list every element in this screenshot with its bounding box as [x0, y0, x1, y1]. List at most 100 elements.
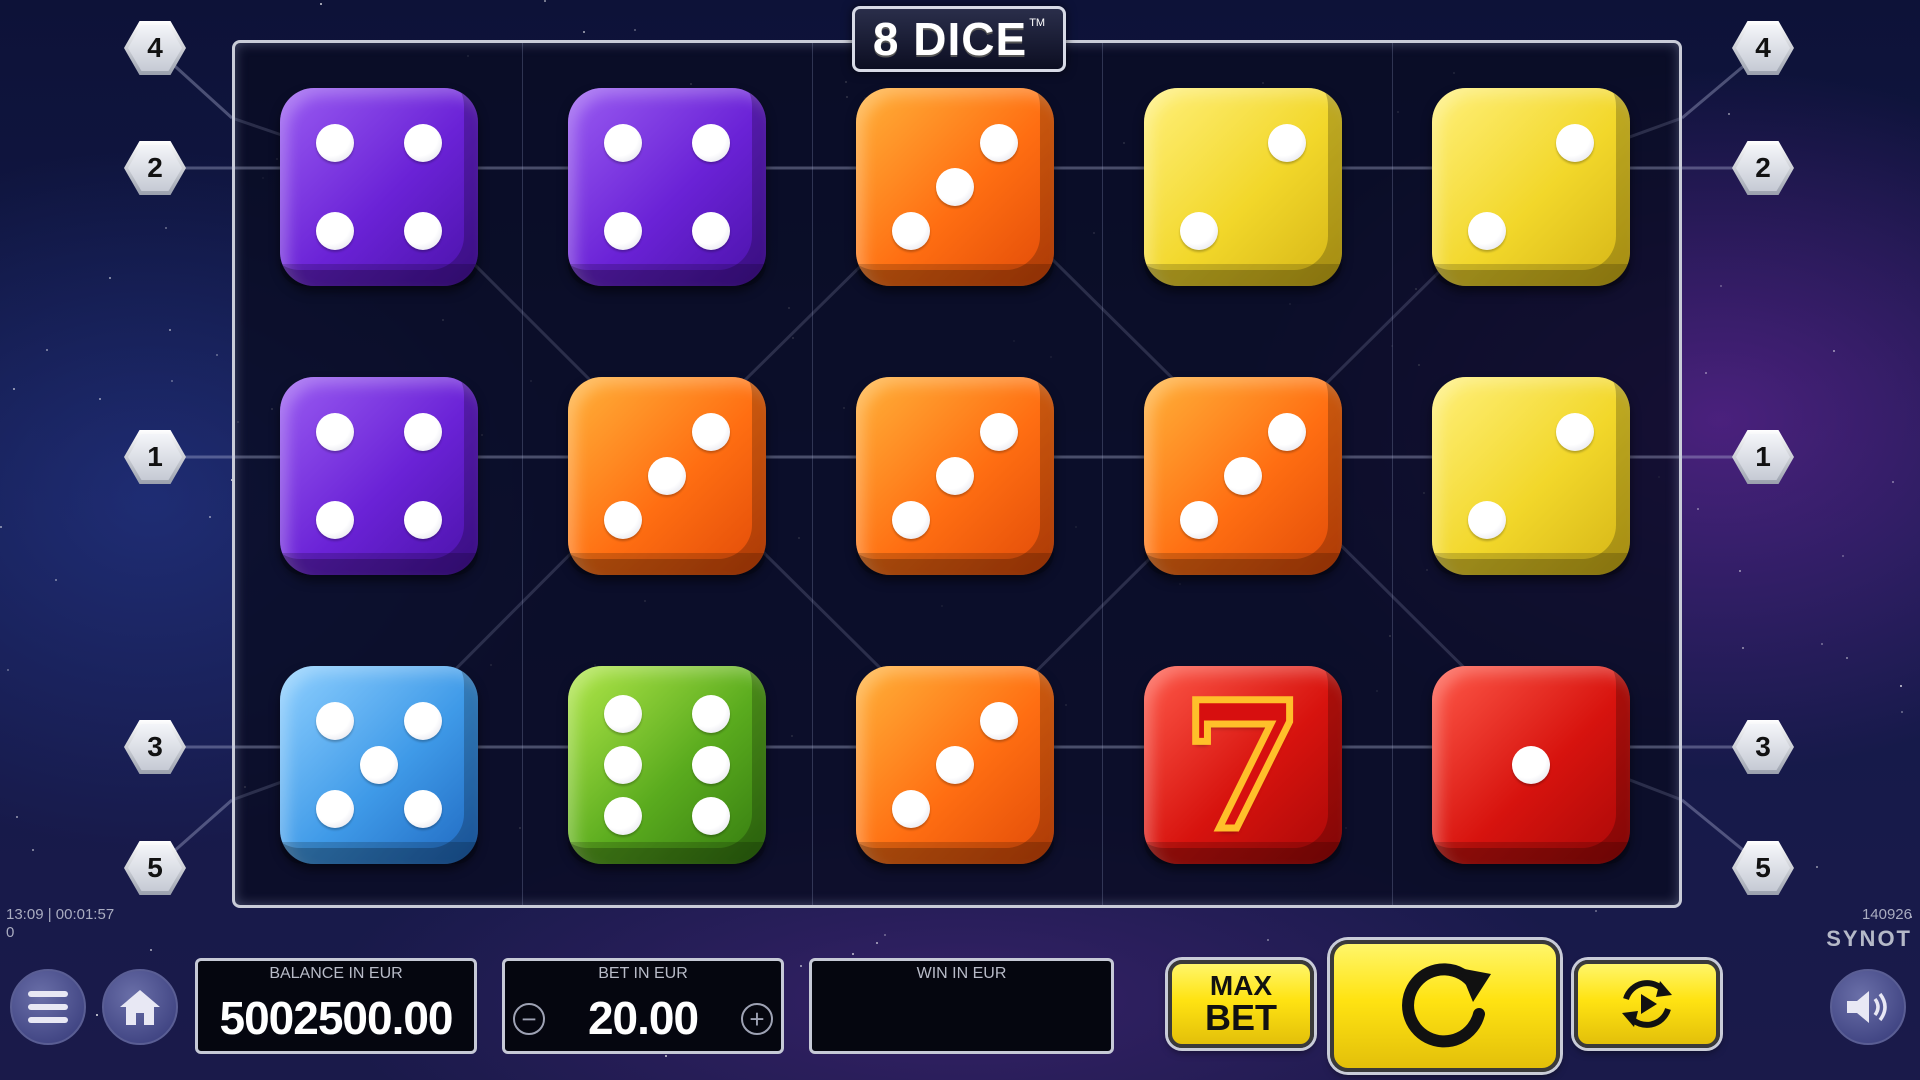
max-bet-button[interactable]: MAX BET — [1168, 960, 1314, 1048]
die-pip — [691, 797, 730, 836]
star — [150, 949, 152, 951]
die-pip — [1224, 457, 1262, 495]
die-pip — [1267, 124, 1306, 163]
die-pip — [1555, 124, 1594, 163]
reel-separator — [1392, 43, 1393, 905]
die-pip — [604, 694, 643, 733]
die-blue-5 — [280, 666, 478, 864]
max-bet-label-line1: MAX — [1209, 970, 1273, 1001]
star — [0, 526, 2, 528]
star — [876, 942, 878, 944]
trademark-mark: TM — [1029, 17, 1046, 29]
die-pip — [691, 413, 730, 452]
die-pip — [1267, 413, 1306, 452]
die-pip — [316, 789, 355, 828]
die-pip — [604, 500, 643, 539]
die-pip — [1468, 500, 1507, 539]
spin-button[interactable] — [1330, 940, 1560, 1072]
star — [1816, 866, 1818, 868]
star — [96, 1014, 98, 1016]
die-pip — [604, 797, 643, 836]
sound-button[interactable] — [1830, 969, 1906, 1045]
die-pip — [403, 789, 442, 828]
reel-separator — [522, 43, 523, 905]
home-button[interactable] — [102, 969, 178, 1045]
payline-badge-right-1: 1 — [1732, 430, 1794, 484]
die-orange-3 — [568, 377, 766, 575]
star — [320, 3, 322, 5]
star — [55, 579, 57, 581]
die-pip — [316, 124, 355, 163]
bet-decrease-button[interactable]: − — [513, 1003, 545, 1035]
die-pip — [691, 211, 730, 250]
star — [169, 329, 171, 331]
die-pip — [979, 702, 1018, 741]
die-pip — [403, 211, 442, 250]
star — [16, 816, 18, 818]
game-title: 8 DICE — [872, 13, 1028, 65]
star — [46, 349, 48, 351]
star — [1892, 481, 1894, 483]
die-yellow-2 — [1432, 377, 1630, 575]
die-purple-4 — [280, 88, 478, 286]
payline-badge-left-3: 3 — [124, 720, 186, 774]
die-yellow-2 — [1432, 88, 1630, 286]
star — [1267, 939, 1269, 941]
brand-logo: SYNOT — [1826, 926, 1912, 951]
die-pip — [691, 746, 730, 784]
star — [1900, 685, 1902, 687]
star — [583, 31, 585, 33]
payline-badge-left-4: 4 — [124, 21, 186, 75]
star — [216, 354, 218, 356]
star — [1821, 643, 1823, 645]
star — [852, 953, 854, 955]
die-pip — [892, 211, 931, 250]
die-orange-3 — [856, 88, 1054, 286]
payline-badge-right-4: 4 — [1732, 21, 1794, 75]
die-pip — [648, 457, 686, 495]
balance-label: BALANCE IN EUR — [269, 965, 403, 982]
die-pip — [316, 702, 355, 741]
die-red-1 — [1432, 666, 1630, 864]
balance-panel: BALANCE IN EUR 5002500.00 — [195, 958, 477, 1054]
payline-badge-left-2: 2 — [124, 141, 186, 195]
counter-text: 0 — [6, 924, 15, 941]
star — [800, 965, 802, 967]
die-pip — [1180, 500, 1219, 539]
die-pip — [403, 124, 442, 163]
die-pip — [936, 457, 974, 495]
die-red-7: 7 — [1144, 666, 1342, 865]
win-label: WIN IN EUR — [916, 965, 1007, 982]
star — [665, 1055, 667, 1057]
die-pip — [691, 124, 730, 163]
die-orange-3 — [856, 377, 1054, 575]
win-panel: WIN IN EUR — [809, 958, 1114, 1054]
star — [544, 0, 546, 2]
die-pip — [979, 124, 1018, 163]
star — [1728, 113, 1730, 115]
bet-increase-button[interactable]: + — [741, 1003, 773, 1035]
menu-button[interactable] — [10, 969, 86, 1045]
star — [1720, 285, 1722, 287]
autoplay-button[interactable] — [1574, 960, 1720, 1048]
star — [1595, 910, 1597, 912]
payline-badge-right-5: 5 — [1732, 841, 1794, 895]
clock-text: 13:09 | 00:01:57 — [6, 906, 115, 923]
reel-separator — [812, 43, 813, 905]
die-orange-3 — [856, 666, 1054, 864]
star — [1901, 711, 1903, 713]
game-id-text: 140926 — [1861, 906, 1912, 923]
die-pip — [403, 702, 442, 741]
die-pip — [316, 413, 355, 452]
star — [99, 398, 101, 400]
payline-badge-left-5: 5 — [124, 841, 186, 895]
die-pip — [604, 124, 643, 163]
die-pip — [316, 500, 355, 539]
star — [1742, 647, 1744, 649]
die-pip — [1555, 413, 1594, 452]
spin-arrow-icon — [1402, 963, 1491, 1048]
bet-panel: BET IN EUR 20.00 − + — [502, 958, 784, 1054]
star — [1842, 555, 1844, 557]
die-purple-4 — [568, 88, 766, 286]
star — [171, 380, 173, 382]
